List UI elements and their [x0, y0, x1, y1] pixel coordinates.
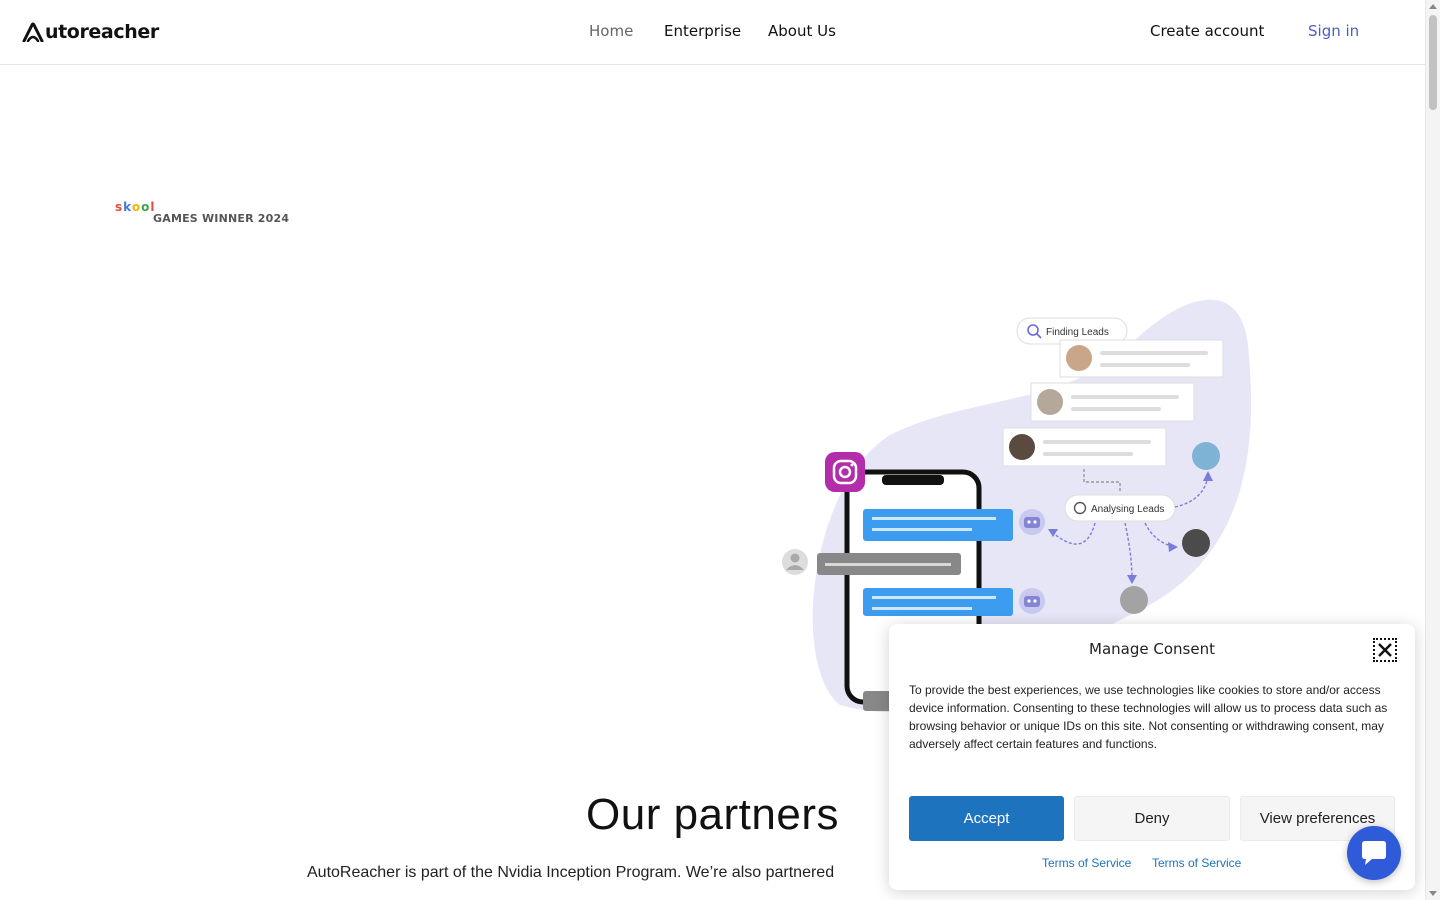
- skool-letter-o2: o: [141, 200, 151, 214]
- logo-text: utoreacher: [45, 21, 159, 43]
- site-header: utoreacher Home Enterprise About Us Crea…: [0, 0, 1425, 65]
- page-scrollbar[interactable]: [1425, 0, 1440, 900]
- deny-button[interactable]: Deny: [1074, 796, 1230, 841]
- terms-of-service-link-2[interactable]: Terms of Service: [1152, 856, 1241, 870]
- finding-leads-label: Finding Leads: [1046, 327, 1109, 338]
- autoreacher-logo[interactable]: utoreacher: [22, 20, 159, 44]
- skool-letter-s: s: [115, 200, 124, 214]
- partners-description: AutoReacher is part of the Nvidia Incept…: [307, 864, 835, 881]
- lead-avatar-c: [1120, 586, 1148, 614]
- skool-letter-o1: o: [131, 200, 142, 214]
- lead-avatar-b: [1182, 529, 1210, 557]
- accept-button[interactable]: Accept: [909, 796, 1064, 841]
- consent-body: To provide the best experiences, we use …: [909, 683, 1388, 751]
- bot-avatar-icon-1: [1019, 509, 1045, 535]
- skool-logo: skool: [115, 200, 155, 214]
- terms-of-service-link-1[interactable]: Terms of Service: [1042, 856, 1131, 870]
- scroll-up-arrow-icon[interactable]: [1429, 4, 1437, 9]
- user-avatar-icon: [782, 549, 808, 575]
- lead-avatar-a: [1192, 442, 1220, 470]
- phone-notch: [882, 475, 944, 485]
- chat-icon: [1362, 841, 1386, 865]
- scrollbar-thumb[interactable]: [1429, 15, 1437, 110]
- consent-dialog: Manage Consent To provide the best exper…: [889, 624, 1415, 890]
- nav-enterprise[interactable]: Enterprise: [664, 22, 741, 40]
- close-icon[interactable]: [1373, 638, 1397, 662]
- chat-bubble-blue-2: [863, 588, 1013, 616]
- chat-widget-button[interactable]: [1347, 826, 1401, 880]
- scroll-down-arrow-icon[interactable]: [1429, 891, 1437, 896]
- instagram-icon: [825, 452, 865, 492]
- nav-home[interactable]: Home: [589, 22, 633, 40]
- create-account-link[interactable]: Create account: [1150, 22, 1264, 40]
- consent-title: Manage Consent: [1089, 640, 1215, 658]
- nav-about-us[interactable]: About Us: [768, 22, 836, 40]
- chat-bubble-blue-1: [863, 509, 1013, 541]
- bot-avatar-icon-2: [1019, 588, 1045, 614]
- games-winner-label: GAMES WINNER 2024: [153, 212, 290, 225]
- analysing-leads-label: Analysing Leads: [1091, 504, 1164, 515]
- skool-letter-k: k: [123, 200, 132, 214]
- sign-in-link[interactable]: Sign in: [1308, 22, 1359, 40]
- logo-mark-icon: [22, 22, 44, 42]
